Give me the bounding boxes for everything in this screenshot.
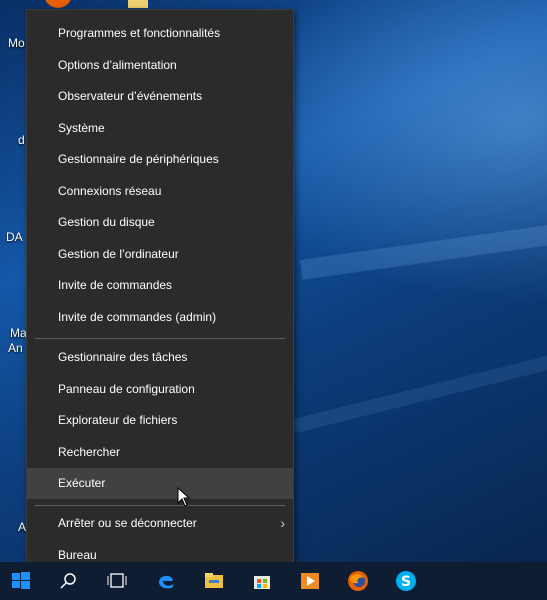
menu-item-task-manager[interactable]: Gestionnaire des tâches — [27, 342, 293, 373]
menu-item-label: Bureau — [58, 548, 97, 562]
winx-context-menu: Programmes et fonctionnalités Options d’… — [26, 9, 294, 577]
menu-item-system[interactable]: Système — [27, 113, 293, 144]
menu-item-run[interactable]: Exécuter — [27, 468, 293, 499]
wallpaper-light-beam — [290, 354, 547, 434]
menu-item-label: Rechercher — [58, 445, 121, 459]
menu-item-label: Gestion du disque — [58, 215, 155, 229]
menu-item-control-panel[interactable]: Panneau de configuration — [27, 374, 293, 405]
skype-icon[interactable]: S — [393, 568, 419, 594]
search-icon[interactable] — [56, 568, 82, 594]
desktop-icon-folder[interactable] — [128, 0, 148, 8]
menu-item-event-viewer[interactable]: Observateur d’événements — [27, 81, 293, 112]
menu-item-label: Gestionnaire des tâches — [58, 350, 188, 364]
menu-item-label: Gestionnaire de périphériques — [58, 152, 219, 166]
menu-item-label: Arrêter ou se déconnecter — [58, 516, 197, 530]
menu-separator — [35, 505, 285, 506]
menu-item-label: Système — [58, 121, 105, 135]
menu-item-label: Invite de commandes (admin) — [58, 310, 217, 324]
menu-item-search[interactable]: Rechercher — [27, 437, 293, 468]
desktop-icon-label[interactable]: Mo — [8, 36, 25, 50]
menu-item-file-explorer[interactable]: Explorateur de fichiers — [27, 405, 293, 436]
desktop-icon-label[interactable]: Ma — [10, 326, 27, 340]
menu-item-computer-management[interactable]: Gestion de l’ordinateur — [27, 239, 293, 270]
svg-text:S: S — [401, 574, 411, 590]
mouse-cursor-icon — [177, 487, 191, 507]
chevron-right-icon: › — [280, 515, 285, 531]
desktop-icon-firefox[interactable] — [44, 0, 72, 8]
menu-item-disk-management[interactable]: Gestion du disque — [27, 207, 293, 238]
edge-icon[interactable] — [153, 568, 179, 594]
taskbar: S — [0, 562, 547, 600]
menu-item-label: Gestion de l’ordinateur — [58, 247, 179, 261]
menu-separator — [35, 338, 285, 339]
file-explorer-icon[interactable] — [201, 568, 227, 594]
menu-item-label: Options d’alimentation — [58, 58, 177, 72]
media-player-icon[interactable] — [297, 568, 323, 594]
wallpaper-light-beam — [300, 223, 547, 280]
menu-item-power-options[interactable]: Options d’alimentation — [27, 50, 293, 81]
menu-item-shutdown-signout[interactable]: Arrêter ou se déconnecter › — [27, 508, 293, 539]
firefox-icon[interactable] — [345, 568, 371, 594]
desktop-icon-label[interactable]: DA — [6, 230, 23, 244]
menu-item-label: Invite de commandes — [58, 278, 173, 292]
menu-item-network-connections[interactable]: Connexions réseau — [27, 176, 293, 207]
menu-item-label: Explorateur de fichiers — [58, 413, 178, 427]
desktop-icon-label[interactable]: An — [8, 341, 23, 355]
menu-item-label: Exécuter — [58, 476, 106, 490]
windows-start-icon[interactable] — [8, 568, 34, 594]
task-view-icon[interactable] — [104, 568, 130, 594]
store-icon[interactable] — [249, 568, 275, 594]
desktop-icon-label[interactable]: A — [18, 520, 26, 534]
menu-item-command-prompt[interactable]: Invite de commandes — [27, 270, 293, 301]
menu-item-label: Observateur d’événements — [58, 89, 203, 103]
menu-item-label: Programmes et fonctionnalités — [58, 26, 221, 40]
menu-item-label: Panneau de configuration — [58, 382, 195, 396]
menu-item-command-prompt-admin[interactable]: Invite de commandes (admin) — [27, 302, 293, 333]
menu-item-label: Connexions réseau — [58, 184, 162, 198]
menu-item-programs-features[interactable]: Programmes et fonctionnalités — [27, 18, 293, 49]
menu-item-device-manager[interactable]: Gestionnaire de périphériques — [27, 144, 293, 175]
desktop-icon-label[interactable]: d — [18, 133, 25, 147]
